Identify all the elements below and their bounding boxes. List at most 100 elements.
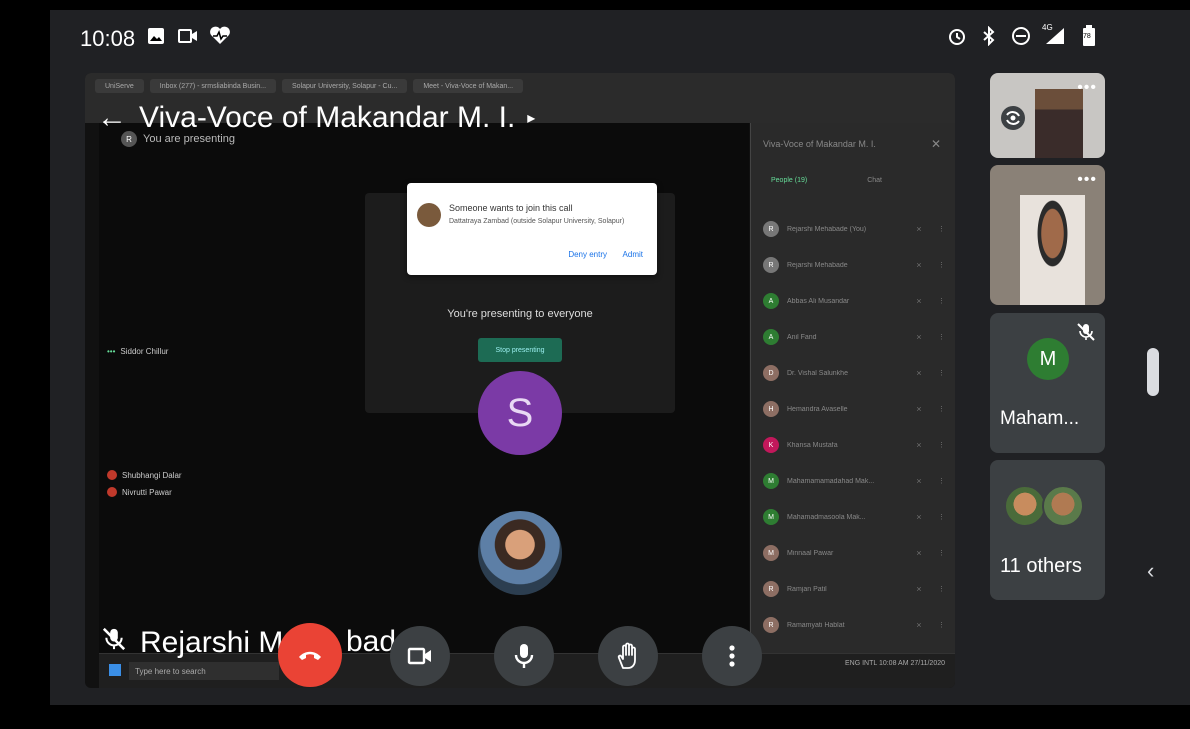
more-vert-icon[interactable]: ⋮ xyxy=(938,621,948,629)
more-vert-icon[interactable]: ⋮ xyxy=(938,441,948,449)
taskbar-search-input[interactable]: Type here to search xyxy=(129,662,279,680)
people-panel: Viva-Voce of Makandar M. I. ✕ People (19… xyxy=(750,123,955,653)
mic-off-icon xyxy=(1075,321,1097,348)
scroll-handle[interactable] xyxy=(1147,348,1159,396)
video-record-icon xyxy=(177,25,199,47)
participant-row[interactable]: R Rejarshi Mehabade ⨯ ⋮ xyxy=(763,247,948,283)
participant-avatar-s: S xyxy=(478,371,562,455)
top-edge xyxy=(50,0,1190,10)
notification-title: Someone wants to join this call xyxy=(449,203,573,213)
more-vert-icon xyxy=(729,645,735,667)
mic-off-icon: ⨯ xyxy=(916,514,922,521)
participant-row[interactable]: M Mahamadmasoola Mak... ⨯ ⋮ xyxy=(763,499,948,535)
requester-avatar xyxy=(417,203,441,227)
mic-off-icon: ⨯ xyxy=(916,406,922,413)
more-vert-icon[interactable]: ⋮ xyxy=(938,333,948,341)
participant-row[interactable]: D Dr. Vishal Salunkhe ⨯ ⋮ xyxy=(763,355,948,391)
participant-avatar: H xyxy=(763,401,779,417)
video-camera-icon xyxy=(407,647,431,665)
image-icon xyxy=(145,25,167,47)
mic-off-icon: ⨯ xyxy=(916,442,922,449)
signal-label: 4G xyxy=(1042,23,1053,32)
participant-name: Hemandra Avaselle xyxy=(787,405,848,413)
more-options-button[interactable] xyxy=(702,626,762,686)
end-call-button[interactable] xyxy=(278,623,342,687)
participant-avatar: A xyxy=(763,329,779,345)
tray-lang: ENG INTL xyxy=(844,660,877,667)
alarm-icon xyxy=(946,25,968,47)
mic-toggle-button[interactable] xyxy=(494,626,554,686)
stop-presenting-button[interactable]: Stop presenting xyxy=(478,338,562,362)
more-vert-icon[interactable]: ⋮ xyxy=(938,477,948,485)
close-icon[interactable]: ✕ xyxy=(931,137,941,151)
shared-screen-stage[interactable]: UniServe Inbox (277) - srmsliabinda Busi… xyxy=(85,73,955,688)
participant-tile-name: Nivrutti Pawar xyxy=(122,487,172,497)
participant-name: Khansa Mustafa xyxy=(787,441,838,449)
participant-avatar: R xyxy=(763,257,779,273)
battery-icon: 78 xyxy=(1078,25,1100,47)
self-view-tile[interactable]: ••• xyxy=(990,73,1105,158)
raise-hand-icon xyxy=(617,642,636,669)
participant-tile-label: Shubhangi Dalar xyxy=(107,470,182,480)
more-vert-icon[interactable]: ⋮ xyxy=(938,585,948,593)
pinned-participant-name: Rejarshi M xyxy=(140,626,284,659)
participant-row[interactable]: R Ramamyati Hablat ⨯ ⋮ xyxy=(763,607,948,643)
chevron-left-icon[interactable]: ‹ xyxy=(1147,558,1154,584)
more-vert-icon[interactable]: ⋮ xyxy=(938,261,948,269)
switch-camera-icon[interactable] xyxy=(1000,105,1026,136)
more-vert-icon[interactable]: ⋮ xyxy=(938,297,948,305)
participant-tile-maham[interactable]: M Maham... xyxy=(990,313,1105,453)
more-vert-icon[interactable]: ⋮ xyxy=(938,369,948,377)
more-vert-icon[interactable]: ⋮ xyxy=(938,225,948,233)
deny-entry-button[interactable]: Deny entry xyxy=(568,250,607,259)
participant-row[interactable]: R Ramjan Patil ⨯ ⋮ xyxy=(763,571,948,607)
mic-off-icon: ⨯ xyxy=(916,226,922,233)
status-right-icons: 4G 78 xyxy=(946,23,1100,47)
participant-name: Mahamamamadahad Mak... xyxy=(787,477,875,485)
participant-avatar: M xyxy=(763,509,779,525)
participant-row[interactable]: K Khansa Mustafa ⨯ ⋮ xyxy=(763,427,948,463)
participant-avatar: D xyxy=(763,365,779,381)
raise-hand-button[interactable] xyxy=(598,626,658,686)
browser-tab[interactable]: Solapur University, Solapur - Cu... xyxy=(282,79,408,93)
participant-row[interactable]: M Minnaal Pawar ⨯ ⋮ xyxy=(763,535,948,571)
admit-button[interactable]: Admit xyxy=(623,250,643,259)
chevron-right-icon[interactable]: ▸ xyxy=(527,108,535,128)
more-options-icon[interactable]: ••• xyxy=(1077,171,1097,189)
participant-row[interactable]: M Mahamamamadahad Mak... ⨯ ⋮ xyxy=(763,463,948,499)
participant-row[interactable]: A Abbas Ali Musandar ⨯ ⋮ xyxy=(763,283,948,319)
more-options-icon[interactable]: ••• xyxy=(1077,79,1097,97)
participant-tile-name: Shubhangi Dalar xyxy=(122,470,182,480)
mic-off-icon: ⨯ xyxy=(916,478,922,485)
mic-off-icon: ⨯ xyxy=(916,550,922,557)
participant-name: Rejarshi Mehabade (You) xyxy=(787,225,867,233)
tray-date: 27/11/2020 xyxy=(910,660,945,667)
tab-chat[interactable]: Chat xyxy=(867,177,882,184)
more-vert-icon[interactable]: ⋮ xyxy=(938,405,948,413)
browser-tab[interactable]: UniServe xyxy=(95,79,144,93)
participant-row[interactable]: R Rejarshi Mehabade (You) ⨯ ⋮ xyxy=(763,211,948,247)
microphone-icon xyxy=(514,644,534,668)
do-not-disturb-icon xyxy=(1010,25,1032,47)
more-vert-icon[interactable]: ⋮ xyxy=(938,549,948,557)
browser-tab[interactable]: Inbox (277) - srmsliabinda Busin... xyxy=(149,79,277,93)
others-tile[interactable]: 11 others xyxy=(990,460,1105,600)
bluetooth-icon xyxy=(978,25,1000,47)
browser-tab[interactable]: Meet - Viva-Voce of Makan... xyxy=(413,79,524,93)
windows-start-icon[interactable] xyxy=(109,664,121,676)
tab-people[interactable]: People (19) xyxy=(771,177,807,184)
others-count: 11 others xyxy=(1000,555,1082,577)
camera-toggle-button[interactable] xyxy=(390,626,450,686)
more-vert-icon[interactable]: ⋮ xyxy=(938,513,948,521)
participant-video-tile[interactable]: ••• xyxy=(990,165,1105,305)
call-title-bar[interactable]: ← Viva-Voce of Makandar M. I. ▸ xyxy=(97,101,535,135)
heart-health-icon xyxy=(209,25,231,47)
participant-name: Ramamyati Hablat xyxy=(787,621,845,629)
call-controls xyxy=(278,618,778,698)
back-arrow-icon[interactable]: ← xyxy=(97,101,127,135)
participant-tile-label: Nivrutti Pawar xyxy=(107,487,172,497)
participant-name: Maham... xyxy=(1000,408,1080,429)
participant-name: Abbas Ali Musandar xyxy=(787,297,850,305)
participant-row[interactable]: H Hemandra Avaselle ⨯ ⋮ xyxy=(763,391,948,427)
participant-row[interactable]: A Anil Fand ⨯ ⋮ xyxy=(763,319,948,355)
